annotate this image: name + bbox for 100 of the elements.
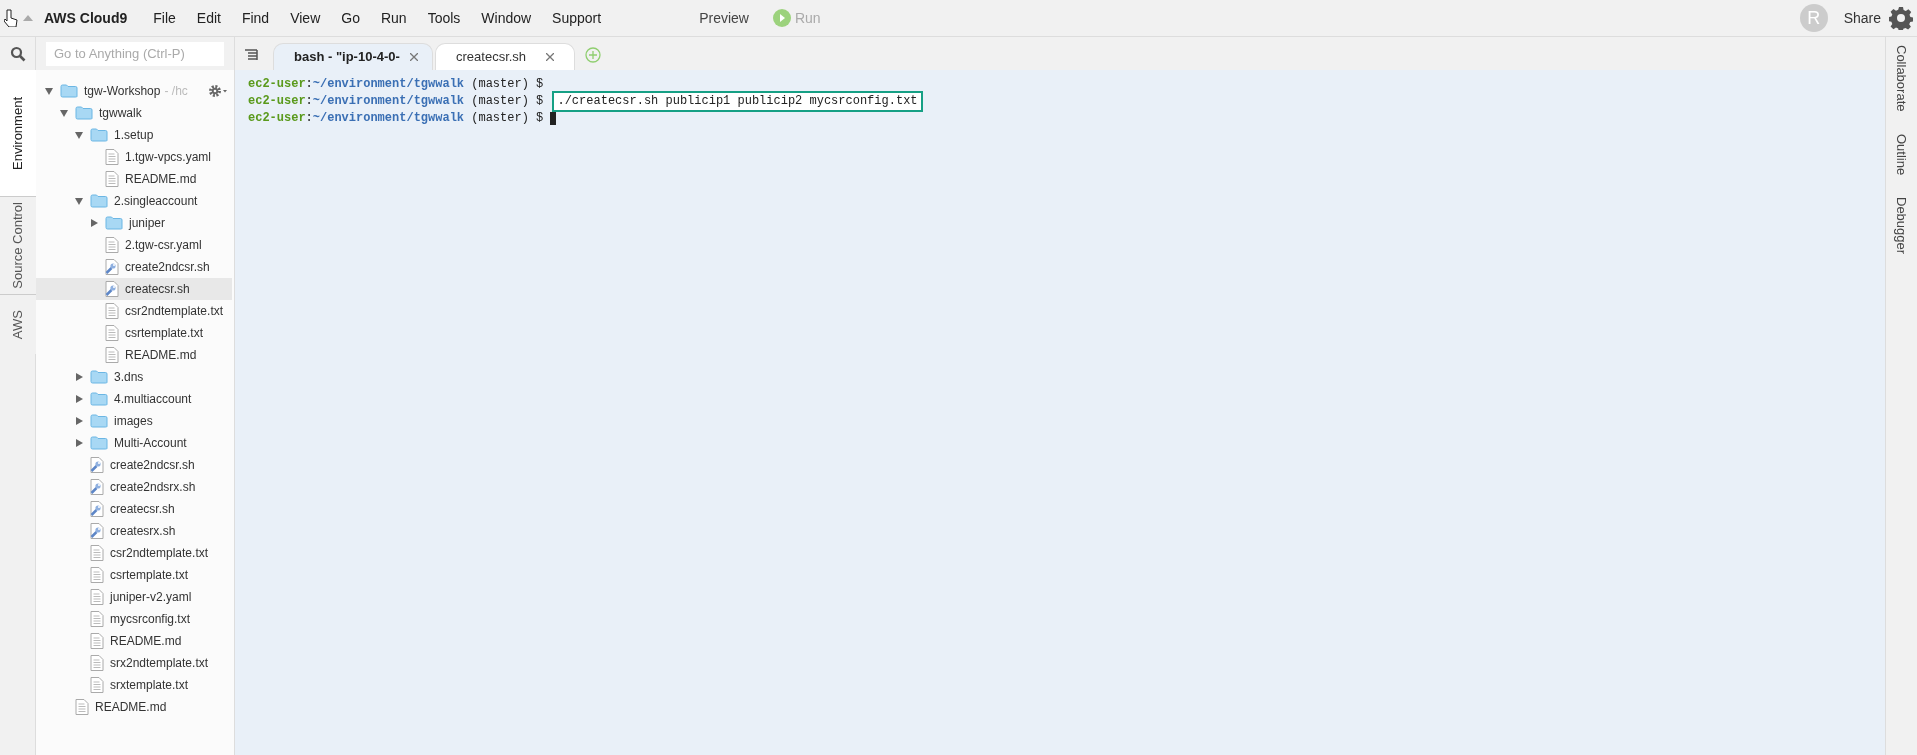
file-icon: [90, 611, 104, 627]
file-name: tgw-Workshop: [84, 83, 161, 100]
folder-icon: [90, 414, 108, 428]
tree-item[interactable]: 1.setup: [36, 124, 232, 146]
file-name: README.md: [125, 171, 197, 188]
file-name: srxtemplate.txt: [110, 677, 189, 694]
menu-item[interactable]: File: [143, 7, 186, 29]
file-name: 3.dns: [114, 369, 144, 386]
tree-item[interactable]: mycsrconfig.txt: [36, 608, 232, 630]
file-name: images: [114, 413, 153, 430]
collapsed-arrow-icon[interactable]: [75, 395, 83, 403]
tree-item[interactable]: Multi-Account: [36, 432, 232, 454]
tree-item[interactable]: 2.tgw-csr.yaml: [36, 234, 232, 256]
settings-icon[interactable]: [1889, 6, 1913, 30]
file-name: 2.singleaccount: [114, 193, 198, 210]
folder-icon: [90, 436, 108, 450]
file-icon: [105, 237, 119, 253]
file-name: 1.setup: [114, 127, 154, 144]
tree-item[interactable]: tgw-Workshop - /hc: [36, 80, 232, 102]
editor-tab[interactable]: bash - "ip-10-4-0-: [273, 43, 433, 70]
tree-item[interactable]: README.md: [36, 630, 232, 652]
app-name[interactable]: AWS Cloud9: [44, 7, 128, 29]
file-icon: [90, 677, 104, 693]
pointer-icon: [4, 9, 18, 27]
folder-icon: [75, 106, 93, 120]
file-name: tgwwalk: [99, 105, 142, 122]
tree-item[interactable]: createcsr.sh: [36, 498, 232, 520]
terminal-prompt: ec2-user:~/environment/tgwwalk (master) $: [248, 93, 545, 110]
file-icon: [75, 699, 89, 715]
collapsed-arrow-icon[interactable]: [90, 219, 98, 227]
file-name: csr2ndtemplate.txt: [125, 303, 224, 320]
expanded-arrow-icon[interactable]: [45, 87, 53, 95]
tree-item[interactable]: create2ndsrx.sh: [36, 476, 232, 498]
tree-item[interactable]: createcsr.sh: [36, 278, 232, 300]
file-icon: [90, 545, 104, 561]
tree-item[interactable]: csr2ndtemplate.txt: [36, 300, 232, 322]
expanded-arrow-icon[interactable]: [60, 109, 68, 117]
tree-item[interactable]: create2ndcsr.sh: [36, 454, 232, 476]
tree-item[interactable]: csr2ndtemplate.txt: [36, 542, 232, 564]
close-icon[interactable]: [546, 53, 554, 61]
folder-icon: [90, 392, 108, 406]
tree-item[interactable]: README.md: [36, 168, 232, 190]
file-name: create2ndcsr.sh: [125, 259, 210, 276]
expanded-arrow-icon[interactable]: [75, 131, 83, 139]
side-tab[interactable]: Outline: [1891, 133, 1912, 175]
editor-tab[interactable]: createcsr.sh: [435, 43, 575, 70]
search-field[interactable]: Go to Anything (Ctrl-P): [46, 41, 224, 66]
menu-item[interactable]: Edit: [186, 7, 231, 29]
wrench-file-icon: [90, 501, 104, 517]
side-tab[interactable]: Source Control: [0, 196, 36, 294]
collapsed-arrow-icon[interactable]: [75, 417, 83, 425]
wrench-file-icon: [90, 479, 104, 495]
file-name: 4.multiaccount: [114, 391, 192, 408]
file-name: createsrx.sh: [110, 523, 176, 540]
file-name: csrtemplate.txt: [125, 325, 204, 342]
tab-list-icon[interactable]: [245, 49, 259, 61]
menu-item[interactable]: Support: [542, 7, 612, 29]
menu-item[interactable]: Run: [370, 7, 417, 29]
tree-item[interactable]: create2ndcsr.sh: [36, 256, 232, 278]
tree-item[interactable]: juniper-v2.yaml: [36, 586, 232, 608]
tree-item[interactable]: srxtemplate.txt: [36, 674, 232, 696]
menu-item[interactable]: Window: [471, 7, 542, 29]
tree-item[interactable]: csrtemplate.txt: [36, 322, 232, 344]
file-name: README.md: [95, 699, 167, 716]
tree-item[interactable]: README.md: [36, 344, 232, 366]
tree-item[interactable]: tgwwalk: [36, 102, 232, 124]
share-button[interactable]: Share: [1843, 7, 1881, 29]
side-tab[interactable]: Debugger: [1891, 196, 1912, 254]
side-tab[interactable]: AWS: [0, 294, 36, 354]
file-name: 2.tgw-csr.yaml: [125, 237, 202, 254]
tree-item[interactable]: 3.dns: [36, 366, 232, 388]
search-icon[interactable]: [9, 45, 26, 62]
terminal-prompt: ec2-user:~/environment/tgwwalk (master) $: [248, 110, 545, 127]
file-name: createcsr.sh: [110, 501, 175, 518]
close-icon[interactable]: [409, 53, 418, 61]
collapsed-arrow-icon[interactable]: [75, 373, 83, 381]
settings-icon[interactable]: [208, 84, 228, 98]
tree-item[interactable]: juniper: [36, 212, 232, 234]
menu-item[interactable]: Find: [231, 7, 280, 29]
tree-item[interactable]: csrtemplate.txt: [36, 564, 232, 586]
side-tab[interactable]: Collaborate: [1891, 45, 1912, 112]
file-name: README.md: [125, 347, 197, 364]
collapsed-arrow-icon[interactable]: [75, 439, 83, 447]
expanded-arrow-icon[interactable]: [75, 197, 83, 205]
tree-item[interactable]: 2.singleaccount: [36, 190, 232, 212]
preview-button[interactable]: Preview: [691, 7, 757, 29]
menu-item[interactable]: Tools: [417, 7, 471, 29]
tree-item[interactable]: 4.multiaccount: [36, 388, 232, 410]
side-tab[interactable]: Environment: [0, 70, 36, 196]
tree-item[interactable]: createsrx.sh: [36, 520, 232, 542]
file-name: mycsrconfig.txt: [110, 611, 190, 628]
tree-item[interactable]: README.md: [36, 696, 232, 718]
tree-item[interactable]: srx2ndtemplate.txt: [36, 652, 232, 674]
tree-item[interactable]: 1.tgw-vpcs.yaml: [36, 146, 232, 168]
file-name: Multi-Account: [114, 435, 187, 452]
folder-icon: [105, 216, 123, 230]
wrench-file-icon: [105, 259, 119, 275]
menu-item[interactable]: View: [280, 7, 331, 29]
tree-item[interactable]: images: [36, 410, 232, 432]
menu-item[interactable]: Go: [331, 7, 370, 29]
